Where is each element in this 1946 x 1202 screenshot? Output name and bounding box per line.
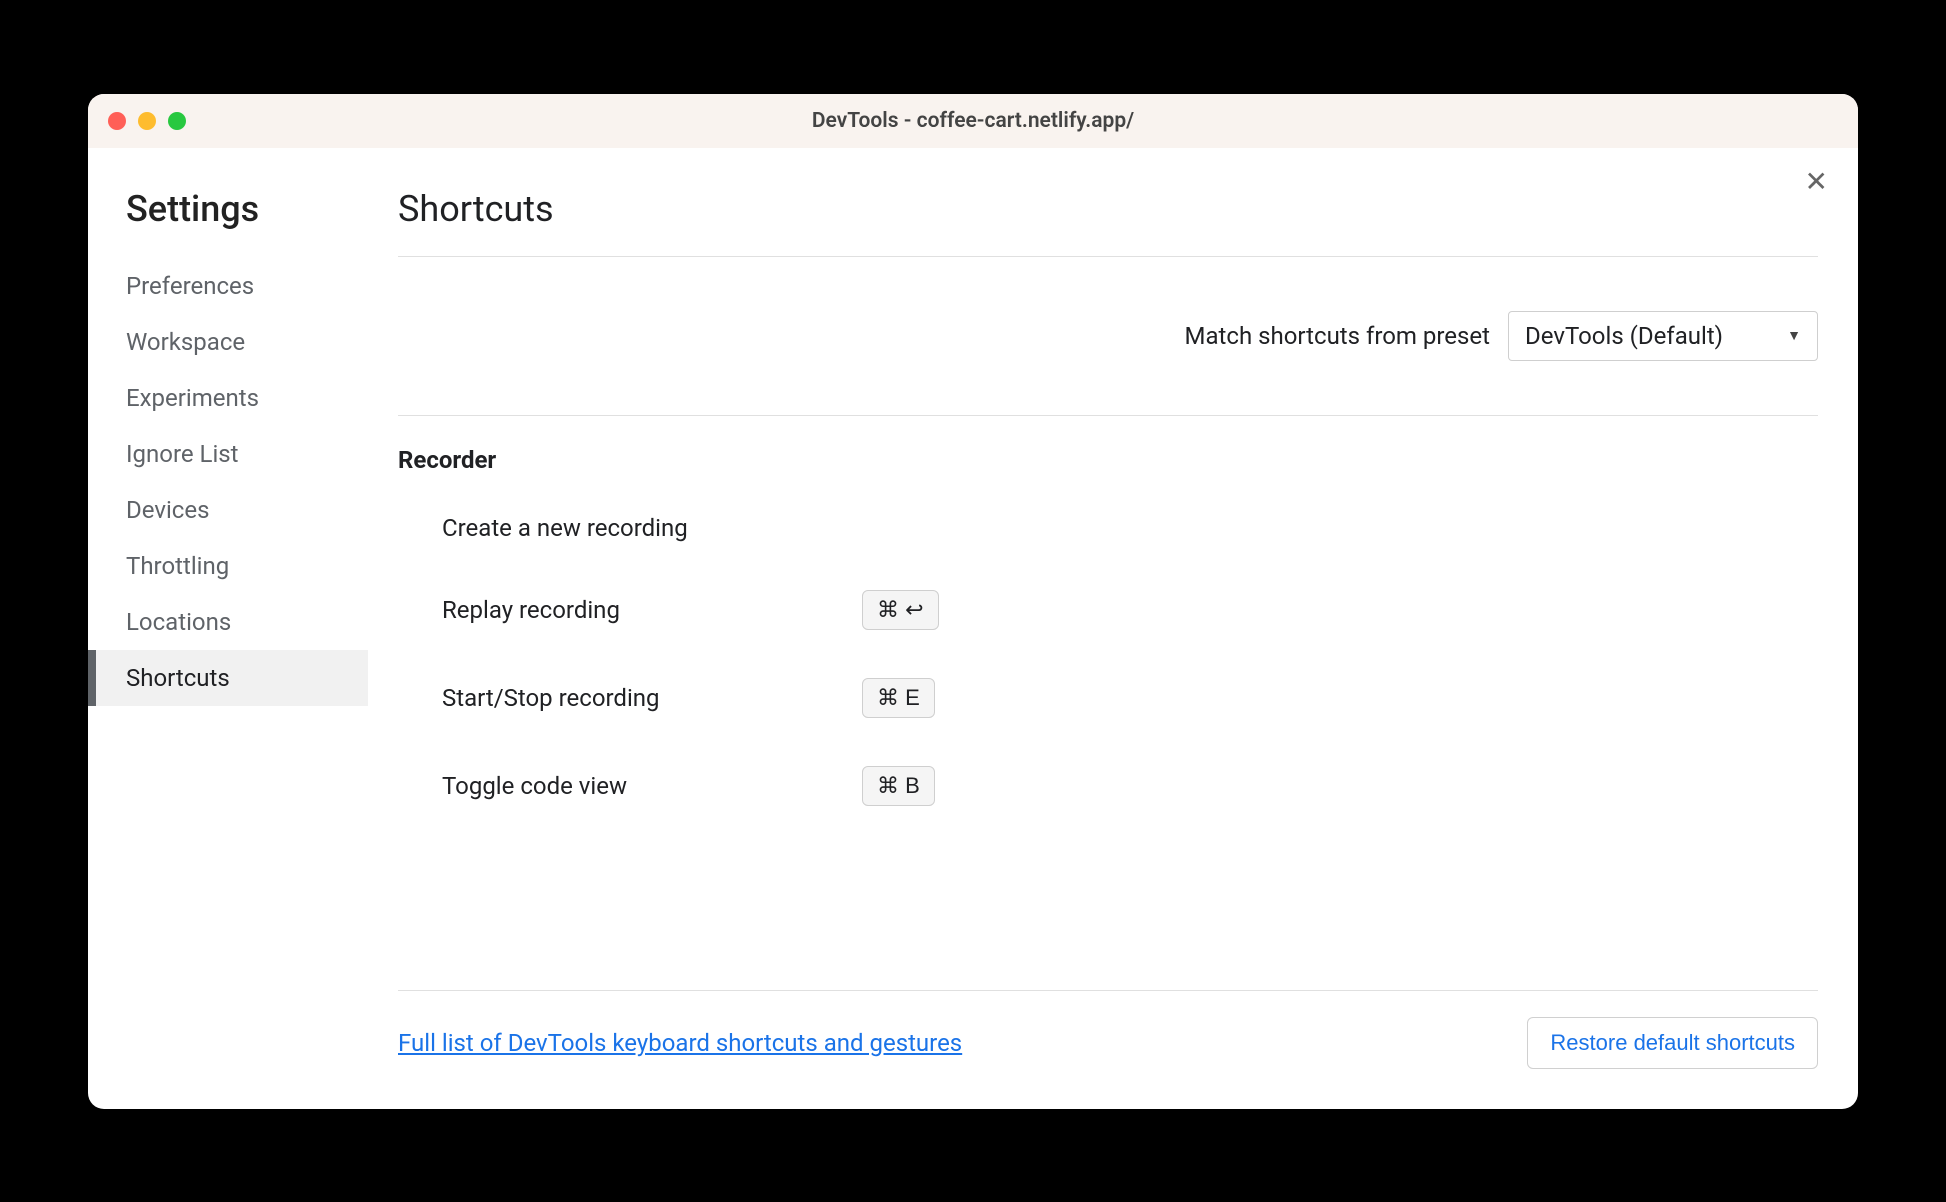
sidebar-item-label: Experiments xyxy=(126,384,259,412)
settings-sidebar: Settings Preferences Workspace Experimen… xyxy=(88,148,368,1109)
chevron-down-icon: ▼ xyxy=(1787,327,1801,344)
preset-select-value: DevTools (Default) xyxy=(1525,322,1723,350)
sidebar-item-preferences[interactable]: Preferences xyxy=(88,258,368,314)
shortcut-label: Start/Stop recording xyxy=(442,684,862,712)
sidebar-item-shortcuts[interactable]: Shortcuts xyxy=(88,650,368,706)
shortcut-row: Toggle code view ⌘ B xyxy=(398,742,1818,830)
sidebar-item-devices[interactable]: Devices xyxy=(88,482,368,538)
traffic-lights xyxy=(108,112,186,130)
shortcut-row: Start/Stop recording ⌘ E xyxy=(398,654,1818,742)
shortcut-key: ⌘ B xyxy=(862,766,935,806)
sidebar-item-ignore-list[interactable]: Ignore List xyxy=(88,426,368,482)
full-shortcuts-link[interactable]: Full list of DevTools keyboard shortcuts… xyxy=(398,1029,962,1057)
shortcut-key: ⌘ ↩ xyxy=(862,590,939,630)
sidebar-item-label: Preferences xyxy=(126,272,254,300)
minimize-window-button[interactable] xyxy=(138,112,156,130)
preset-label: Match shortcuts from preset xyxy=(1185,322,1490,350)
shortcut-key: ⌘ E xyxy=(862,678,935,718)
shortcut-label: Replay recording xyxy=(442,596,862,624)
sidebar-item-label: Locations xyxy=(126,608,231,636)
page-title: Shortcuts xyxy=(398,188,1818,257)
shortcut-label: Create a new recording xyxy=(442,514,862,542)
preset-select[interactable]: DevTools (Default) ▼ xyxy=(1508,311,1818,361)
sidebar-item-label: Workspace xyxy=(126,328,245,356)
shortcut-row: Replay recording ⌘ ↩ xyxy=(398,566,1818,654)
footer: Full list of DevTools keyboard shortcuts… xyxy=(398,990,1818,1109)
preset-row: Match shortcuts from preset DevTools (De… xyxy=(398,257,1818,415)
sidebar-item-workspace[interactable]: Workspace xyxy=(88,314,368,370)
sidebar-item-label: Shortcuts xyxy=(126,664,230,692)
shortcut-label: Toggle code view xyxy=(442,772,862,800)
close-icon[interactable]: ✕ xyxy=(1805,168,1828,196)
devtools-window: DevTools - coffee-cart.netlify.app/ ✕ Se… xyxy=(88,94,1858,1109)
titlebar: DevTools - coffee-cart.netlify.app/ xyxy=(88,94,1858,148)
shortcut-row: Create a new recording xyxy=(398,490,1818,566)
content-area: ✕ Settings Preferences Workspace Experim… xyxy=(88,148,1858,1109)
sidebar-item-experiments[interactable]: Experiments xyxy=(88,370,368,426)
sidebar-title: Settings xyxy=(88,188,368,230)
shortcuts-list[interactable]: Recorder Create a new recording Replay r… xyxy=(398,415,1818,990)
section-title-recorder: Recorder xyxy=(398,446,1818,474)
sidebar-item-locations[interactable]: Locations xyxy=(88,594,368,650)
window-title: DevTools - coffee-cart.netlify.app/ xyxy=(812,109,1134,133)
maximize-window-button[interactable] xyxy=(168,112,186,130)
sidebar-item-label: Devices xyxy=(126,496,209,524)
sidebar-item-throttling[interactable]: Throttling xyxy=(88,538,368,594)
sidebar-item-label: Throttling xyxy=(126,552,229,580)
sidebar-item-label: Ignore List xyxy=(126,440,239,468)
main-panel: Shortcuts Match shortcuts from preset De… xyxy=(368,148,1858,1109)
restore-defaults-button[interactable]: Restore default shortcuts xyxy=(1527,1017,1818,1069)
close-window-button[interactable] xyxy=(108,112,126,130)
